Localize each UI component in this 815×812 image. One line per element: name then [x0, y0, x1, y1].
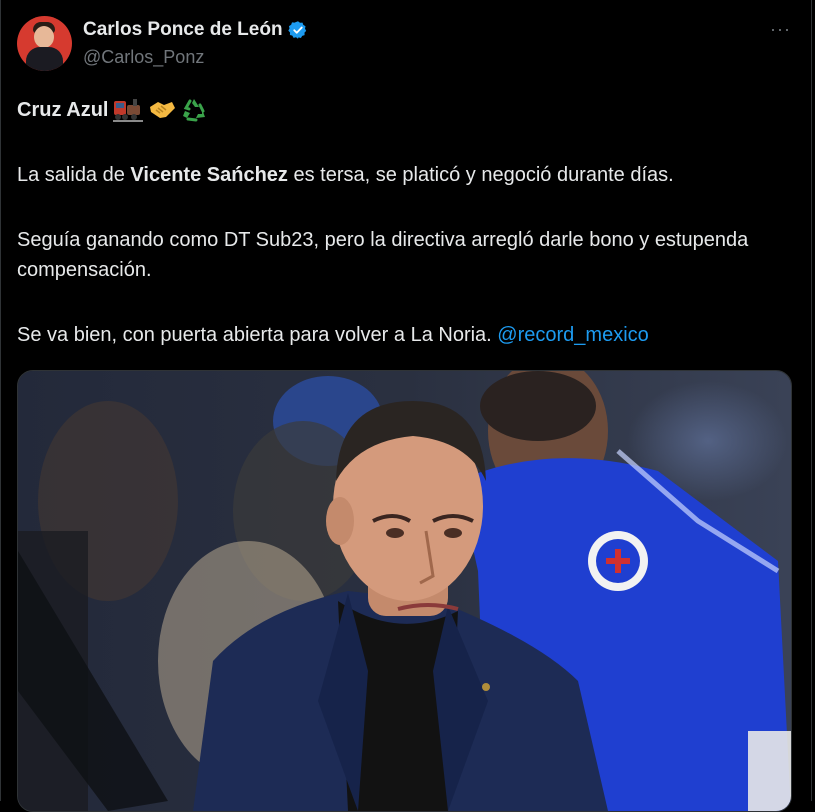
handshake-icon	[148, 99, 176, 121]
tweet-paragraph-1: Cruz Azul	[17, 95, 787, 125]
handle[interactable]: @Carlos_Ponz	[83, 47, 204, 68]
display-name[interactable]: Carlos Ponce de León	[83, 19, 283, 41]
frame-border-right	[811, 0, 812, 801]
tweet-paragraph-4: Se va bien, con puerta abierta para volv…	[17, 320, 787, 350]
name-row: Carlos Ponce de León	[83, 19, 308, 41]
train-icon	[113, 98, 144, 122]
bold-name: Vicente Sańchez	[130, 164, 288, 186]
frame-border-left	[0, 0, 1, 801]
recycle-icon	[181, 97, 207, 123]
tweet-paragraph-2: La salida de Vicente Sańchez es tersa, s…	[17, 160, 787, 190]
mention-link[interactable]: @record_mexico	[497, 324, 648, 346]
p2-text-end: es tersa, se platicó y negoció durante d…	[287, 164, 674, 186]
tweet-text: Cruz Azul La salida de Vicente Sańchez e…	[17, 95, 787, 350]
tweet-paragraph-3: Seguía ganando como DT Sub23, pero la di…	[17, 229, 749, 281]
more-horizontal-icon[interactable]: ···	[770, 20, 791, 38]
p2-text-start: La salida de	[17, 164, 131, 186]
photo-illustration	[18, 371, 791, 811]
verified-badge-icon	[287, 21, 306, 39]
avatar[interactable]	[17, 16, 72, 71]
tweet-header: Carlos Ponce de León @Carlos_Ponz ···	[17, 16, 795, 74]
tweet-heading: Cruz Azul	[17, 99, 109, 121]
p4-text: Se va bien, con puerta abierta para volv…	[17, 324, 498, 346]
tweet-media-photo[interactable]	[17, 370, 792, 812]
